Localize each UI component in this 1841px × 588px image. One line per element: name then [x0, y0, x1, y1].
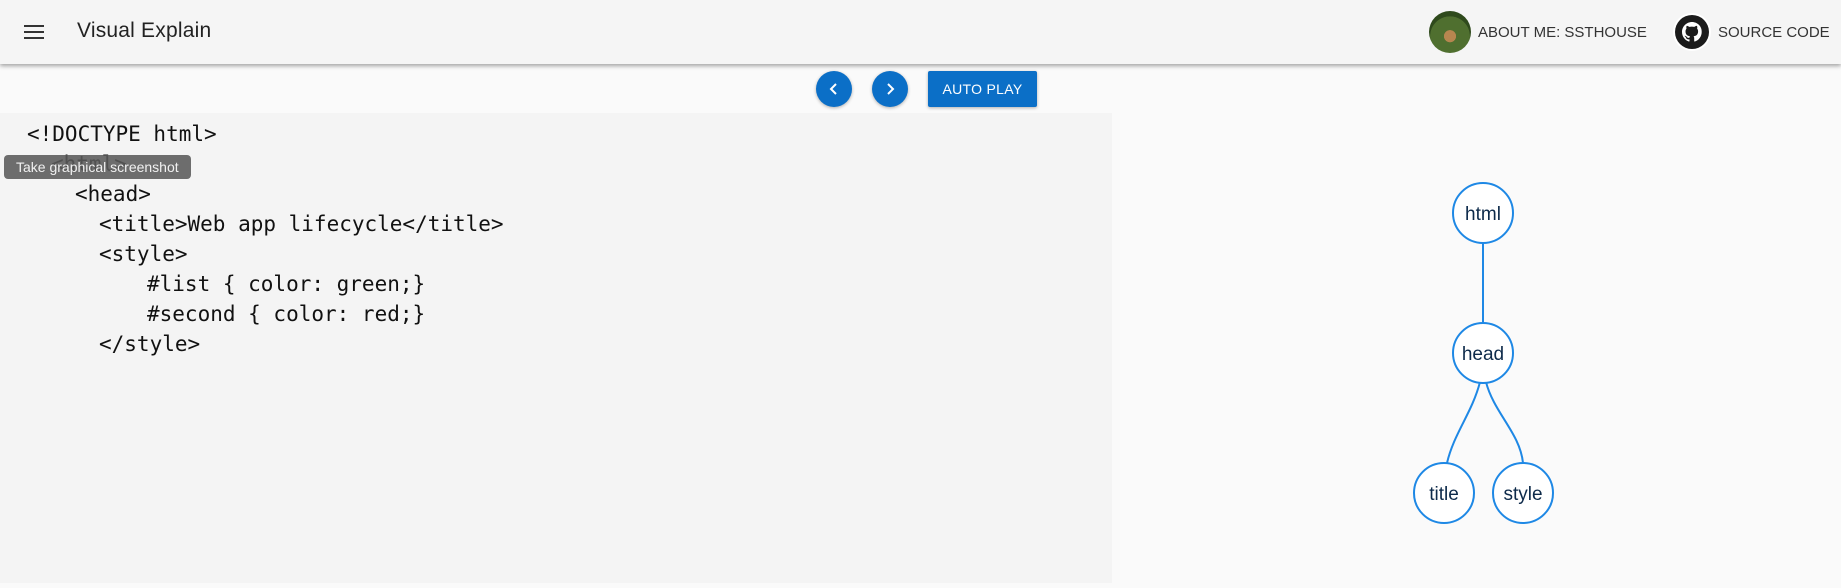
auto-play-button[interactable]: AUTO PLAY [928, 71, 1037, 107]
about-me-label: ABOUT ME: SSTHOUSE [1478, 23, 1647, 41]
menu-button[interactable] [14, 12, 54, 52]
svg-text:head: head [1462, 344, 1504, 365]
tree-edge-head-style [1485, 381, 1524, 464]
code-line: <title>Web app lifecycle</title> [99, 212, 504, 236]
hamburger-menu-icon [24, 25, 44, 39]
chevron-left-icon [829, 83, 837, 95]
tree-node-head[interactable]: head [1452, 322, 1514, 384]
code-line: <head> [75, 182, 151, 206]
next-step-button[interactable] [872, 71, 908, 107]
code-line: </style> [99, 332, 201, 356]
github-icon [1673, 13, 1711, 51]
previous-step-button[interactable] [816, 71, 852, 107]
dom-tree: html head title style [1413, 182, 1554, 524]
code-line: <!DOCTYPE html> [27, 122, 217, 146]
source-code-link[interactable]: SOURCE CODE [1673, 13, 1830, 51]
tree-edge-head-title [1446, 381, 1481, 464]
playback-controls: AUTO PLAY [0, 71, 1841, 109]
code-line: #list { color: green;} [147, 272, 426, 296]
app-bar: Visual Explain ABOUT ME: SSTHOUSE SOURCE… [0, 0, 1841, 64]
app-title: Visual Explain [77, 19, 212, 42]
tree-node-title[interactable]: title [1413, 462, 1475, 524]
svg-text:html: html [1465, 204, 1501, 225]
tree-node-style[interactable]: style [1492, 462, 1554, 524]
svg-text:title: title [1429, 484, 1459, 505]
code-line: <style> [99, 242, 188, 266]
screenshot-tooltip: Take graphical screenshot [4, 155, 191, 179]
dom-tree-panel: html head title style [1112, 113, 1841, 583]
source-code-label: SOURCE CODE [1718, 23, 1830, 41]
svg-text:style: style [1503, 484, 1542, 505]
avatar [1429, 11, 1471, 53]
about-me-link[interactable]: ABOUT ME: SSTHOUSE [1429, 11, 1647, 53]
tree-node-html[interactable]: html [1452, 182, 1514, 244]
code-panel: <!DOCTYPE html> <html> <head> <title>Web… [0, 113, 1112, 583]
code-line: #second { color: red;} [147, 302, 426, 326]
chevron-right-icon [887, 83, 895, 95]
